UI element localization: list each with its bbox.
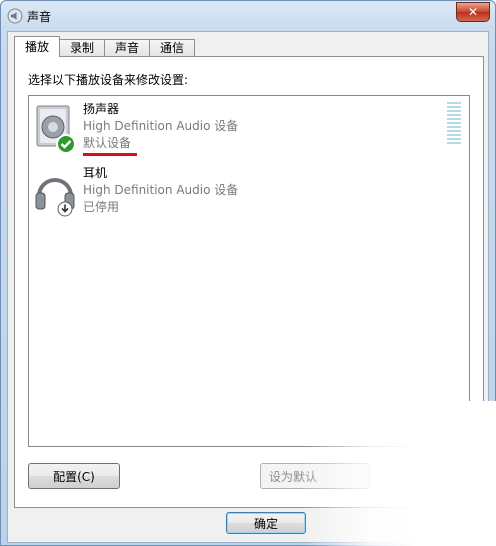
red-underline-annotation — [83, 153, 137, 156]
device-name: 耳机 — [83, 166, 108, 180]
tab-strip: 播放 录制 声音 通信 — [14, 36, 196, 57]
playback-panel: 选择以下播放设备来修改设置: 扬声器 High Definition Audio… — [14, 56, 484, 508]
device-list[interactable]: 扬声器 High Definition Audio 设备 默认设备 耳机 Hig… — [28, 95, 470, 447]
tab-recording[interactable]: 录制 — [59, 39, 106, 57]
speaker-icon — [33, 102, 79, 154]
device-description: High Definition Audio 设备 — [83, 119, 239, 133]
device-name: 扬声器 — [83, 102, 120, 116]
sound-speaker-icon — [7, 8, 23, 24]
instruction-label: 选择以下播放设备来修改设置: — [28, 73, 189, 87]
title-bar[interactable]: 声音 ✕ — [1, 1, 495, 31]
device-item-headphones[interactable]: 耳机 High Definition Audio 设备 已停用 — [33, 164, 433, 220]
configure-button[interactable]: 配置(C) — [28, 463, 120, 489]
set-default-button[interactable]: 设为默认 — [260, 463, 370, 489]
dialog-body: 播放 录制 声音 通信 选择以下播放设备来修改设置: 扬声器 High Defi… — [7, 31, 489, 543]
device-description: High Definition Audio 设备 — [83, 183, 239, 197]
close-icon: ✕ — [467, 5, 479, 19]
headphones-icon — [33, 166, 79, 218]
device-status: 默认设备 — [83, 136, 132, 150]
tab-sounds[interactable]: 声音 — [104, 39, 151, 57]
ok-button[interactable]: 确定 — [226, 512, 306, 534]
close-button[interactable]: ✕ — [456, 2, 490, 22]
device-item-speakers[interactable]: 扬声器 High Definition Audio 设备 默认设备 — [33, 100, 433, 156]
device-status: 已停用 — [83, 200, 120, 214]
tab-communications[interactable]: 通信 — [149, 39, 196, 57]
window-title: 声音 — [27, 10, 52, 24]
tab-playback[interactable]: 播放 — [14, 36, 61, 57]
scroll-grip[interactable] — [447, 102, 461, 144]
sound-dialog: 声音 ✕ 播放 录制 声音 通信 选择以下播放设备来修改设置: 扬声器 High… — [0, 0, 496, 546]
